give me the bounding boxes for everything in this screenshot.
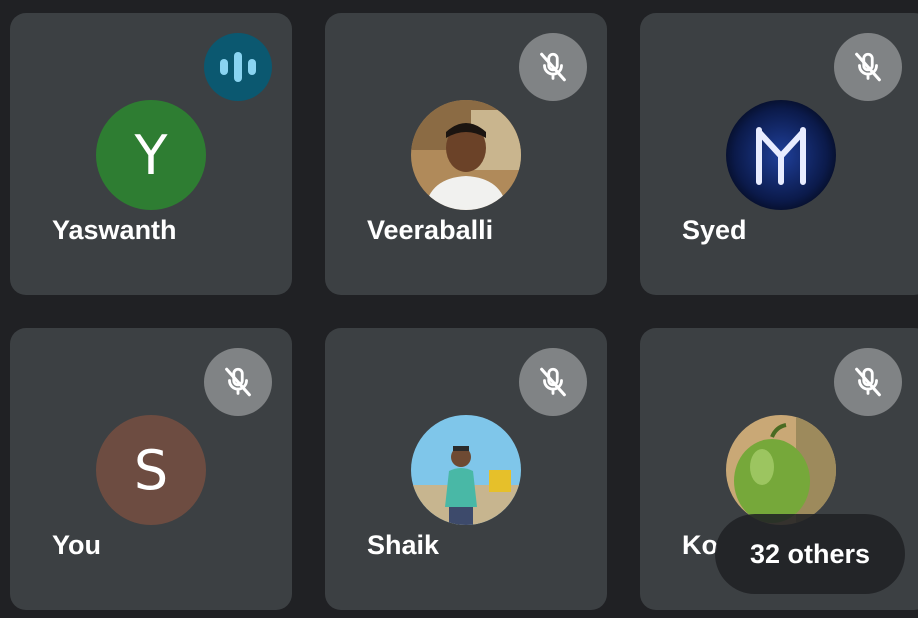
participant-name: You <box>52 530 101 560</box>
avatar: S <box>96 415 206 525</box>
others-button[interactable]: 32 others <box>715 514 905 594</box>
avatar-initial: S <box>133 438 169 502</box>
avatar-photo <box>411 415 521 525</box>
participant-tile-syed[interactable]: Syed <box>640 13 918 295</box>
mic-off-icon <box>834 348 902 416</box>
participant-grid: Y Yaswanth Veeraballi Syed S You Shaik K… <box>0 0 918 618</box>
mic-off-icon <box>834 33 902 101</box>
participant-tile-you[interactable]: S You <box>10 328 292 610</box>
avatar-photo <box>411 100 521 210</box>
avatar-photo <box>726 415 836 525</box>
participant-name: Yaswanth <box>52 215 177 245</box>
avatar: Y <box>96 100 206 210</box>
participant-name: Shaik <box>367 530 440 560</box>
mic-off-icon <box>519 348 587 416</box>
audio-level-icon <box>204 33 272 101</box>
participant-tile-veeraballi[interactable]: Veeraballi <box>325 13 607 295</box>
participant-name: Veeraballi <box>367 215 494 245</box>
participant-tile-shaik[interactable]: Shaik <box>325 328 607 610</box>
participant-tile-yaswanth[interactable]: Y Yaswanth <box>10 13 292 295</box>
mic-off-icon <box>519 33 587 101</box>
participant-name: Syed <box>682 215 747 245</box>
mic-off-icon <box>204 348 272 416</box>
avatar-photo <box>726 100 836 210</box>
avatar-initial: Y <box>134 123 168 187</box>
participant-name: Ko <box>682 530 718 560</box>
